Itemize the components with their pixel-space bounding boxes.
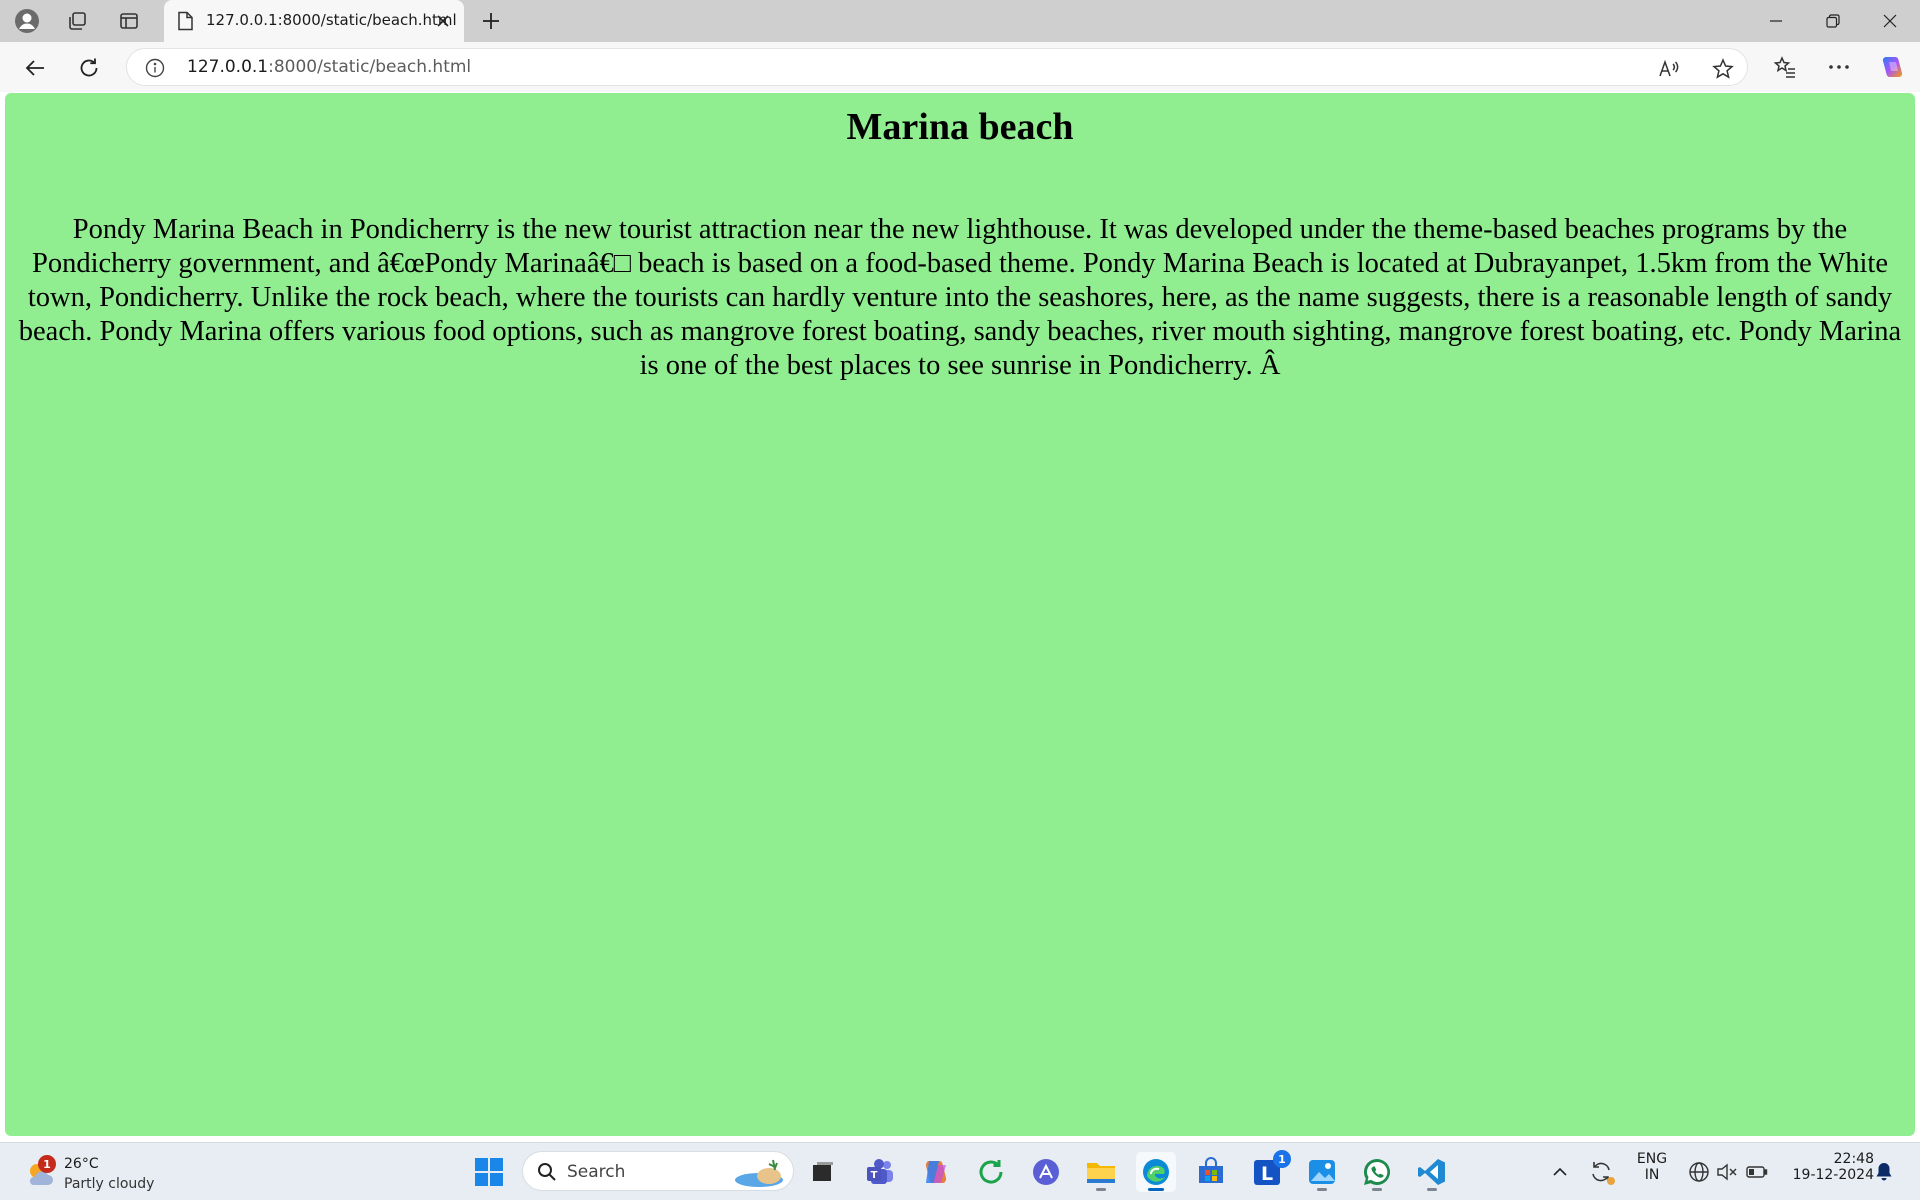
close-window-button[interactable] <box>1862 0 1918 42</box>
tab-actions-icon[interactable] <box>114 6 144 36</box>
taskbar-search[interactable]: Search <box>522 1151 794 1191</box>
task-view-icon[interactable] <box>803 1152 843 1192</box>
restore-button[interactable] <box>1805 0 1861 42</box>
show-hidden-icons-chevron-icon[interactable] <box>1542 1152 1578 1192</box>
url-host: 127.0.0.1 <box>187 57 269 77</box>
svg-text:L: L <box>1261 1163 1273 1185</box>
l-app-icon[interactable]: L 1 <box>1247 1150 1291 1192</box>
read-aloud-icon[interactable] <box>1657 57 1681 81</box>
page-viewport: Marina beach Pondy Marina Beach in Pondi… <box>5 93 1915 1136</box>
clock-date: 19-12-2024 <box>1792 1167 1874 1183</box>
language-code: ENG <box>1636 1151 1668 1167</box>
tab-bar: 127.0.0.1:8000/static/beach.html <box>0 0 1920 42</box>
weather-temperature: 26°C <box>64 1156 99 1172</box>
profile-icon[interactable] <box>12 6 42 36</box>
file-explorer-icon[interactable] <box>1081 1152 1121 1192</box>
page-heading: Marina beach <box>846 106 1074 148</box>
tab-title: 127.0.0.1:8000/static/beach.html <box>206 11 457 29</box>
url-path: :8000/static/beach.html <box>268 57 472 77</box>
sync-status-dot <box>1607 1177 1615 1185</box>
minimize-button[interactable] <box>1748 0 1804 42</box>
copilot-icon[interactable] <box>1878 52 1908 82</box>
weather-description: Partly cloudy <box>64 1176 155 1192</box>
volume-muted-icon[interactable] <box>1710 1152 1744 1192</box>
start-button[interactable] <box>469 1152 509 1192</box>
running-indicator <box>1096 1188 1106 1191</box>
teams-icon[interactable]: T <box>860 1152 900 1192</box>
weather-widget[interactable]: 1 26°C Partly cloudy <box>20 1151 200 1195</box>
running-indicator <box>1372 1188 1382 1191</box>
search-icon <box>538 1163 556 1181</box>
microsoft-store-icon[interactable] <box>1191 1152 1231 1192</box>
clock-time: 22:48 <box>1833 1151 1874 1167</box>
language-indicator[interactable]: ENG IN <box>1628 1151 1676 1183</box>
browser-window: 127.0.0.1:8000/static/beach.html 127.0.0… <box>0 0 1920 1200</box>
site-info-icon[interactable] <box>145 58 165 78</box>
refresh-circle-app-icon[interactable] <box>971 1152 1011 1192</box>
sync-icon[interactable] <box>1583 1152 1619 1192</box>
search-highlight-icon <box>735 1159 783 1187</box>
edge-browser-icon[interactable] <box>1136 1152 1176 1192</box>
weather-badge: 1 <box>38 1155 56 1173</box>
page-paragraph: Pondy Marina Beach in Pondicherry is the… <box>18 214 1902 381</box>
svg-text:T: T <box>871 1170 878 1181</box>
refresh-button[interactable] <box>72 51 106 85</box>
new-tab-button[interactable] <box>476 6 506 36</box>
active-indicator <box>1148 1188 1164 1191</box>
whatsapp-icon[interactable] <box>1357 1152 1397 1192</box>
search-label: Search <box>567 1162 626 1182</box>
notification-bell-icon[interactable] <box>1866 1152 1902 1192</box>
running-indicator <box>1427 1188 1437 1191</box>
more-options-icon[interactable] <box>1824 52 1854 82</box>
back-button[interactable] <box>18 51 52 85</box>
copilot-app-icon[interactable] <box>916 1152 956 1192</box>
l-app-badge: 1 <box>1273 1150 1291 1168</box>
favorites-icon[interactable] <box>1770 52 1800 82</box>
language-region: IN <box>1644 1167 1660 1183</box>
windows-taskbar: 1 26°C Partly cloudy Search T L 1 ENG IN… <box>0 1142 1920 1200</box>
favorite-star-icon[interactable] <box>1711 57 1735 81</box>
battery-icon[interactable] <box>1740 1152 1774 1192</box>
browser-toolbar: 127.0.0.1:8000/static/beach.html <box>0 42 1920 92</box>
tab-beach[interactable]: 127.0.0.1:8000/static/beach.html <box>164 0 464 42</box>
address-bar[interactable]: 127.0.0.1:8000/static/beach.html <box>126 48 1748 86</box>
url-text[interactable]: 127.0.0.1:8000/static/beach.html <box>187 57 471 77</box>
clock[interactable]: 22:48 19-12-2024 <box>1782 1151 1874 1183</box>
running-indicator <box>1317 1188 1327 1191</box>
page-icon <box>176 11 196 31</box>
photos-app-icon[interactable] <box>1302 1152 1342 1192</box>
close-tab-icon[interactable] <box>432 10 454 32</box>
workspaces-icon[interactable] <box>62 6 92 36</box>
vpn-app-icon[interactable] <box>1026 1152 1066 1192</box>
vscode-icon[interactable] <box>1412 1152 1452 1192</box>
